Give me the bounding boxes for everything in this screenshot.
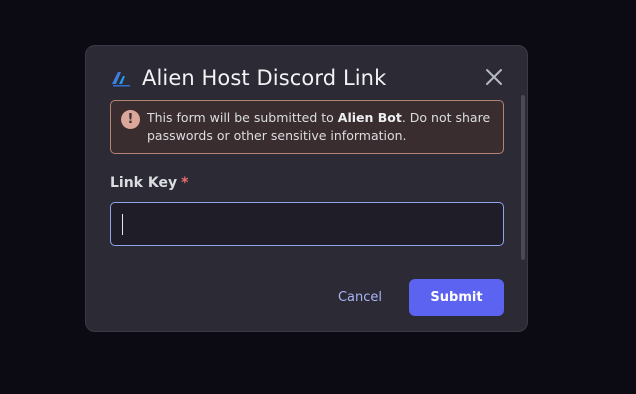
notice-text-before: This form will be submitted to bbox=[147, 110, 338, 125]
cancel-button[interactable]: Cancel bbox=[332, 279, 388, 315]
link-key-input-wrapper[interactable] bbox=[110, 202, 504, 246]
notice-bot-name: Alien Bot bbox=[337, 110, 402, 125]
link-key-input[interactable] bbox=[111, 203, 503, 245]
close-icon bbox=[486, 69, 502, 85]
modal-scrollbar[interactable] bbox=[521, 95, 525, 260]
alien-host-logo-icon bbox=[110, 69, 132, 87]
close-button[interactable] bbox=[483, 66, 505, 88]
link-key-label: Link Key * bbox=[110, 175, 188, 191]
exclamation-icon: ! bbox=[121, 110, 140, 129]
notice-text: This form will be submitted to Alien Bot… bbox=[147, 109, 497, 145]
required-marker: * bbox=[181, 175, 189, 191]
modal-title: Alien Host Discord Link bbox=[142, 66, 387, 90]
discord-link-modal: Alien Host Discord Link ! This form will… bbox=[85, 45, 528, 332]
privacy-notice: ! This form will be submitted to Alien B… bbox=[110, 100, 504, 154]
field-label-text: Link Key bbox=[110, 175, 178, 191]
text-caret bbox=[122, 214, 123, 235]
modal-header: Alien Host Discord Link bbox=[110, 63, 386, 93]
submit-button[interactable]: Submit bbox=[409, 279, 504, 316]
